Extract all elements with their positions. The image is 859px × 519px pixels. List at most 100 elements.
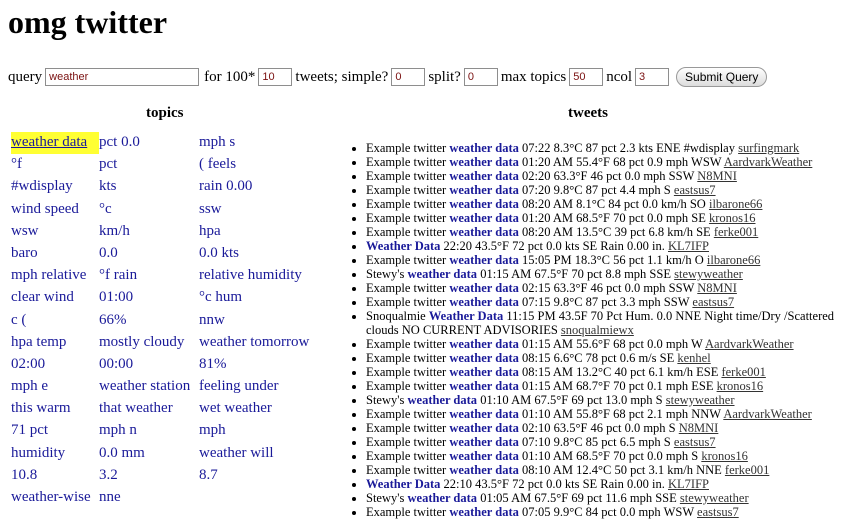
topic-link[interactable]: weather tomorrow — [199, 332, 329, 354]
topic-link[interactable]: mph e — [11, 376, 99, 398]
topic-link[interactable]: ( feels — [199, 154, 329, 176]
tweet-keyword: weather data — [449, 449, 519, 463]
topic-link[interactable]: nne — [99, 487, 199, 509]
tweet-user-link[interactable]: eastsus7 — [697, 505, 739, 519]
simple-input[interactable] — [391, 68, 426, 86]
tweet-user-link[interactable]: ilbarone66 — [709, 197, 762, 211]
topic-link[interactable]: 71 pct — [11, 420, 99, 442]
topic-link[interactable]: mph — [199, 420, 329, 442]
tweet-user-link[interactable]: kronos16 — [709, 211, 756, 225]
topic-link[interactable]: 66% — [99, 310, 199, 332]
tweet-user-link[interactable]: KL7IFP — [668, 239, 709, 253]
topic-link[interactable]: pct 0.0 — [99, 132, 199, 154]
topic-link[interactable]: 0.0 — [99, 243, 199, 265]
topic-link[interactable]: baro — [11, 243, 99, 265]
tweet-user-link[interactable]: ilbarone66 — [707, 253, 760, 267]
topic-link[interactable]: weather station — [99, 376, 199, 398]
tweet-keyword: weather data — [407, 491, 478, 505]
tweet-text: 01:05 AM 67.5°F 69 pct 11.6 mph SSE — [477, 491, 680, 505]
tweet-user-link[interactable]: KL7IFP — [668, 477, 709, 491]
tweet-user-link[interactable]: ferke001 — [721, 365, 765, 379]
topic-link[interactable]: wsw — [11, 221, 99, 243]
topic-link[interactable]: wet weather — [199, 398, 329, 420]
tweet-item: Weather Data 22:10 43.5°F 72 pct 0.0 kts… — [366, 477, 859, 491]
topic-link[interactable]: 3.2 — [99, 465, 199, 487]
tweet-text-prefix: Example twitter — [366, 141, 450, 155]
topic-link[interactable]: #wdisplay — [11, 176, 99, 198]
topic-link[interactable]: this warm — [11, 398, 99, 420]
tweet-user-link[interactable]: N8MNI — [697, 169, 737, 183]
topic-link[interactable]: nnw — [199, 310, 329, 332]
topic-link[interactable]: rain 0.00 — [199, 176, 329, 198]
topic-link[interactable]: mph relative — [11, 265, 99, 287]
topic-link[interactable]: weather data — [11, 132, 99, 155]
tweet-user-link[interactable]: stewyweather — [666, 393, 735, 407]
tweet-user-link[interactable]: stewyweather — [674, 267, 743, 281]
split-input[interactable] — [463, 68, 498, 86]
tweet-user-link[interactable]: kenhel — [677, 351, 710, 365]
tweet-user-link[interactable]: surfingmark — [738, 141, 799, 155]
tweet-user-link[interactable]: ferke001 — [725, 463, 769, 477]
tweet-item: Example twitter weather data 02:15 63.3°… — [366, 281, 859, 295]
tweet-text-prefix: Example twitter — [366, 253, 450, 267]
topic-link[interactable]: wind speed — [11, 199, 99, 221]
submit-query-button[interactable]: Submit Query — [676, 67, 768, 87]
topic-link[interactable]: °f rain — [99, 265, 199, 287]
topic-link[interactable]: °f — [11, 154, 99, 176]
topic-link[interactable]: relative humidity — [199, 265, 329, 287]
topic-link[interactable]: km/h — [99, 221, 199, 243]
topic-link[interactable]: 02:00 — [11, 354, 99, 376]
topic-link[interactable]: clear wind — [11, 287, 99, 309]
tweet-text-prefix: Stewy's — [366, 393, 408, 407]
tweet-user-link[interactable]: eastsus7 — [692, 295, 734, 309]
topic-link[interactable]: 01:00 — [99, 287, 199, 309]
topic-link[interactable]: 8.7 — [199, 465, 329, 487]
tweet-keyword: weather data — [449, 295, 519, 309]
topic-link[interactable]: 0.0 kts — [199, 243, 329, 265]
tweet-user-link[interactable]: ferke001 — [714, 225, 758, 239]
tweet-user-link[interactable]: AardvarkWeather — [705, 337, 794, 351]
topic-link[interactable]: weather will — [199, 443, 329, 465]
tweet-user-link[interactable]: N8MNI — [697, 281, 737, 295]
topic-link[interactable]: ssw — [199, 199, 329, 221]
topic-link[interactable]: mostly cloudy — [99, 332, 199, 354]
tweet-user-link[interactable]: eastsus7 — [674, 435, 716, 449]
tweet-user-link[interactable]: N8MNI — [679, 421, 719, 435]
topic-link[interactable]: 0.0 mm — [99, 443, 199, 465]
topic-link[interactable]: hpa — [199, 221, 329, 243]
count-input[interactable] — [258, 68, 293, 86]
tweet-keyword: weather data — [449, 351, 519, 365]
topic-link[interactable]: 00:00 — [99, 354, 199, 376]
tweet-text-prefix: Example twitter — [366, 337, 450, 351]
topic-link[interactable]: feeling under — [199, 376, 329, 398]
tweet-user-link[interactable]: eastsus7 — [674, 183, 716, 197]
tweet-text-prefix: Example twitter — [366, 169, 450, 183]
tweet-user-link[interactable]: AardvarkWeather — [724, 155, 813, 169]
topic-link[interactable]: °c — [99, 199, 199, 221]
tweet-user-link[interactable]: stewyweather — [680, 491, 749, 505]
topic-link[interactable]: weather-wise — [11, 487, 99, 509]
topic-link[interactable]: c ( — [11, 310, 99, 332]
tweet-user-link[interactable]: AardvarkWeather — [723, 407, 812, 421]
tweet-user-link[interactable]: snoqualmiewx — [561, 323, 634, 337]
topic-link[interactable]: 10.8 — [11, 465, 99, 487]
query-input[interactable] — [45, 68, 200, 86]
tweet-text-prefix: Example twitter — [366, 281, 450, 295]
max-topics-input[interactable] — [569, 68, 604, 86]
tweet-text: 01:15 AM 68.7°F 70 pct 0.1 mph ESE — [518, 379, 717, 393]
split-label: split? — [428, 68, 461, 85]
tweet-user-link[interactable]: kronos16 — [717, 379, 764, 393]
topic-link[interactable]: that weather — [99, 398, 199, 420]
topic-link[interactable]: kts — [99, 176, 199, 198]
tweet-user-link[interactable]: kronos16 — [701, 449, 748, 463]
topic-link[interactable]: °c hum — [199, 287, 329, 309]
topic-link[interactable]: pct — [99, 154, 199, 176]
tweet-item: Example twitter weather data 01:20 AM 68… — [366, 211, 859, 225]
topic-link[interactable]: humidity — [11, 443, 99, 465]
topic-link[interactable]: hpa temp — [11, 332, 99, 354]
topic-link[interactable]: mph n — [99, 420, 199, 442]
topic-link[interactable]: mph s — [199, 132, 329, 154]
tweet-item: Example twitter weather data 07:15 9.8°C… — [366, 295, 859, 309]
topic-link[interactable]: 81% — [199, 354, 329, 376]
ncol-input[interactable] — [635, 68, 670, 86]
